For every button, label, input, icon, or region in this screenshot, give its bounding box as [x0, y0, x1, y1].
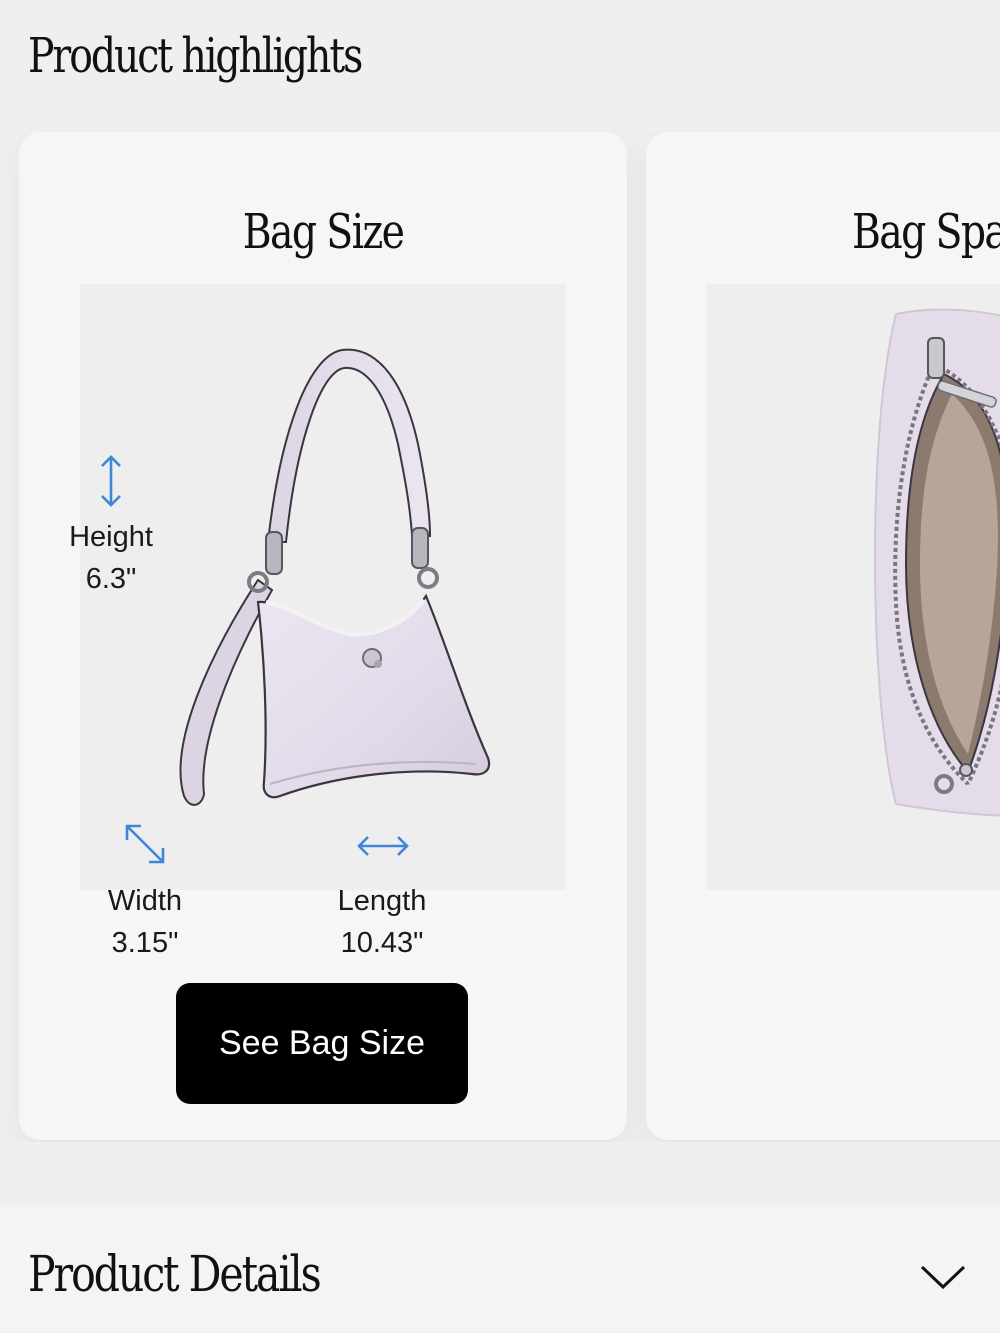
- product-details-heading: Product Details: [28, 1245, 322, 1303]
- width-label: Width: [107, 885, 183, 917]
- length-value: 10.43": [340, 927, 424, 959]
- bag-size-card: Bag Size Height 6.3" Width 3.15" Length …: [19, 132, 627, 1140]
- see-bag-size-button[interactable]: See Bag Size: [176, 983, 468, 1104]
- highlights-carousel[interactable]: Bag Size Height 6.3" Width 3.15" Length …: [0, 132, 1000, 1142]
- bag-interior-image: [706, 284, 1000, 890]
- height-arrow-icon: [101, 455, 121, 507]
- height-value: 6.3": [85, 563, 137, 595]
- height-label: Height: [69, 521, 153, 553]
- width-dimension: Width 3.15": [85, 880, 205, 964]
- chevron-down-icon[interactable]: [918, 1262, 968, 1292]
- length-dimension: Length 10.43": [312, 880, 452, 964]
- width-arrow-icon: [125, 824, 165, 864]
- product-highlights-heading: Product highlights: [28, 28, 363, 84]
- open-bag-illustration: [873, 308, 1000, 817]
- bag-space-title: Bag Spa: [852, 204, 1000, 260]
- length-arrow-icon: [357, 836, 409, 856]
- bag-size-title: Bag Size: [242, 204, 405, 260]
- width-value: 3.15": [111, 927, 179, 959]
- product-details-toggle[interactable]: Product Details: [0, 1207, 1000, 1333]
- bag-space-card: Bag Spa: [646, 132, 1000, 1140]
- length-label: Length: [337, 885, 427, 917]
- height-dimension: Height 6.3": [51, 516, 171, 600]
